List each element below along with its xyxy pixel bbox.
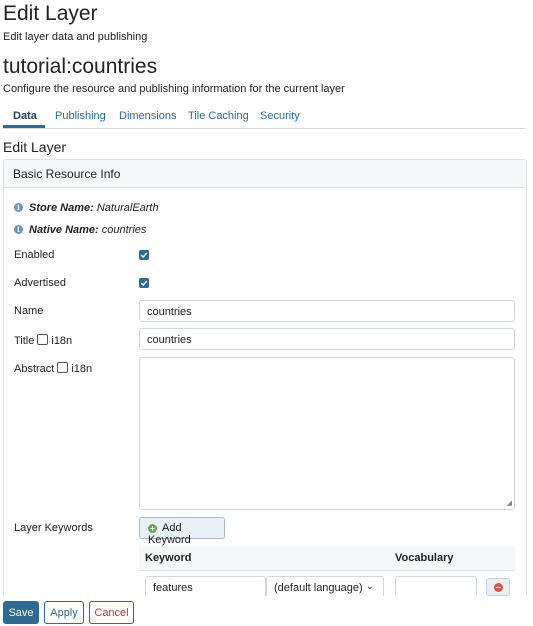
tab-tile-caching[interactable]: Tile Caching <box>188 110 249 122</box>
native-name-label: Native Name: <box>29 224 99 236</box>
abstract-i18n-checkbox[interactable] <box>57 362 69 373</box>
vocabulary-input[interactable] <box>395 576 477 598</box>
cancel-button[interactable]: Cancel <box>89 601 134 624</box>
abstract-label: Abstract <box>14 363 55 375</box>
tab-publishing[interactable]: Publishing <box>55 110 106 122</box>
page-title: Edit Layer <box>3 2 98 25</box>
language-select[interactable]: (default language) ⌄ <box>266 576 384 598</box>
tab-dimensions[interactable]: Dimensions <box>119 110 176 122</box>
name-label: Name <box>14 305 44 317</box>
check-icon <box>140 252 148 258</box>
store-name-info: i Store Name: NaturalEarth <box>14 202 159 214</box>
tab-security[interactable]: Security <box>260 110 300 122</box>
tab-data[interactable]: Data <box>13 110 37 122</box>
title-i18n-label: i18n <box>51 335 73 347</box>
name-input[interactable]: countries <box>139 300 515 322</box>
store-name-label: Store Name: <box>29 202 94 214</box>
info-icon: i <box>14 225 23 234</box>
advertised-checkbox[interactable] <box>139 278 149 288</box>
remove-keyword-button[interactable] <box>486 578 510 596</box>
chevron-down-icon: ⌄ <box>365 581 374 592</box>
language-select-value: (default language) <box>274 582 363 594</box>
resize-handle-icon[interactable]: ◢ <box>507 499 512 507</box>
advertised-label: Advertised <box>14 277 66 289</box>
info-icon: i <box>14 203 23 212</box>
keyword-input[interactable]: features <box>145 576 266 598</box>
panel-header: Basic Resource Info <box>4 160 526 188</box>
add-keyword-button[interactable]: + Add Keyword <box>139 517 225 546</box>
title-label: Title <box>14 335 35 347</box>
layer-name-heading: tutorial:countries <box>3 55 158 78</box>
keywords-table-header: Keyword Vocabulary <box>139 546 515 571</box>
abstract-i18n-label: i18n <box>71 363 93 375</box>
tab-bar: Data Publishing Dimensions Tile Caching … <box>3 106 525 129</box>
title-label-group: Title i18n <box>14 334 72 347</box>
native-name-info: i Native Name: countries <box>14 224 146 236</box>
apply-button[interactable]: Apply <box>44 601 84 624</box>
minus-icon <box>494 583 503 592</box>
native-name-value: countries <box>101 224 147 236</box>
vocabulary-column-header: Vocabulary <box>395 552 454 564</box>
layer-description: Configure the resource and publishing in… <box>3 83 345 95</box>
section-title: Edit Layer <box>3 139 67 155</box>
plus-icon: + <box>148 524 157 533</box>
form-footer: Save Apply Cancel <box>0 596 533 626</box>
active-tab-indicator <box>3 125 45 128</box>
check-icon <box>140 280 148 286</box>
basic-resource-info-panel: Basic Resource Info i Store Name: Natural… <box>3 159 527 605</box>
enabled-label: Enabled <box>14 249 55 261</box>
abstract-textarea[interactable]: ◢ <box>139 357 515 510</box>
store-name-value: NaturalEarth <box>96 202 159 214</box>
page-subtitle: Edit layer data and publishing <box>3 31 148 43</box>
title-i18n-checkbox[interactable] <box>37 334 49 345</box>
panel-title: Basic Resource Info <box>13 167 121 181</box>
layer-keywords-label: Layer Keywords <box>14 522 93 534</box>
abstract-label-group: Abstract i18n <box>14 362 92 375</box>
enabled-checkbox[interactable] <box>139 250 149 260</box>
title-input[interactable]: countries <box>139 328 515 350</box>
keyword-column-header: Keyword <box>145 552 192 564</box>
save-button[interactable]: Save <box>3 601 39 624</box>
